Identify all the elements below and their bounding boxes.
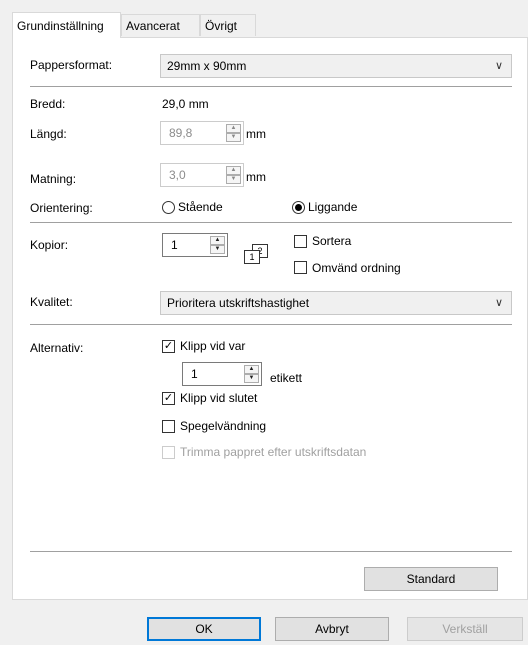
- quality-select[interactable]: Prioritera utskriftshastighet ∨: [160, 291, 512, 315]
- tab-label: Grundinställning: [17, 19, 104, 33]
- feed-unit: mm: [246, 170, 266, 184]
- spin-down-icon[interactable]: ▼: [226, 175, 241, 184]
- copies-value: 1: [171, 238, 178, 252]
- trim-label: Trimma pappret efter utskriftsdatan: [180, 445, 367, 459]
- tab-other[interactable]: Övrigt: [200, 14, 256, 36]
- sort-label: Sortera: [312, 234, 352, 248]
- tab-basic[interactable]: Grundinställning: [12, 12, 121, 38]
- reverse-order-label: Omvänd ordning: [312, 261, 401, 275]
- landscape-radio[interactable]: [292, 201, 305, 214]
- width-label: Bredd:: [30, 97, 66, 111]
- length-value: 89,8: [169, 126, 193, 140]
- divider: [30, 222, 512, 223]
- landscape-label: Liggande: [308, 200, 358, 214]
- spin-up-icon[interactable]: ▲: [210, 236, 225, 245]
- length-spinner[interactable]: 89,8 ▲ ▼: [160, 121, 244, 145]
- chevron-down-icon: ∨: [494, 297, 503, 309]
- standard-button-label: Standard: [406, 572, 456, 586]
- portrait-label: Stående: [178, 200, 223, 214]
- paper-size-value: 29mm x 90mm: [167, 59, 247, 73]
- chevron-down-icon: ∨: [494, 60, 503, 72]
- collate-page-1: 1: [244, 250, 260, 264]
- cancel-button-label: Avbryt: [315, 622, 349, 636]
- copies-label: Kopior:: [30, 238, 69, 252]
- spin-up-icon[interactable]: ▲: [244, 365, 259, 374]
- apply-button-label: Verkställ: [442, 622, 488, 636]
- cut-every-label: Klipp vid var: [180, 339, 246, 353]
- cancel-button[interactable]: Avbryt: [275, 617, 389, 641]
- cut-every-checkbox[interactable]: ✓: [162, 340, 175, 353]
- width-value: 29,0 mm: [162, 97, 209, 111]
- tab-panel: [12, 37, 528, 600]
- spin-up-icon[interactable]: ▲: [226, 124, 241, 133]
- cut-every-value: 1: [191, 367, 198, 381]
- length-label: Längd:: [30, 127, 67, 141]
- tab-label: Avancerat: [126, 19, 180, 33]
- ok-button-label: OK: [195, 622, 213, 636]
- ok-button[interactable]: OK: [147, 617, 261, 641]
- spin-up-icon[interactable]: ▲: [226, 166, 241, 175]
- options-label: Alternativ:: [30, 341, 84, 355]
- feed-value: 3,0: [169, 168, 186, 182]
- spin-down-icon[interactable]: ▼: [226, 133, 241, 142]
- sort-checkbox[interactable]: [294, 235, 307, 248]
- paper-size-label: Pappersformat:: [30, 58, 113, 72]
- collate-icon: 2 1: [242, 244, 274, 264]
- mirror-checkbox[interactable]: [162, 420, 175, 433]
- paper-size-select[interactable]: 29mm x 90mm ∨: [160, 54, 512, 78]
- apply-button[interactable]: Verkställ: [407, 617, 523, 641]
- radio-selected-dot: [295, 204, 302, 211]
- divider: [30, 86, 512, 87]
- quality-label: Kvalitet:: [30, 295, 73, 309]
- trim-checkbox[interactable]: [162, 446, 175, 459]
- divider: [30, 324, 512, 325]
- cut-every-spinner[interactable]: 1 ▲ ▼: [182, 362, 262, 386]
- mirror-label: Spegelvändning: [180, 419, 267, 433]
- spin-down-icon[interactable]: ▼: [244, 374, 259, 383]
- copies-spinner[interactable]: 1 ▲ ▼: [162, 233, 228, 257]
- tab-label: Övrigt: [205, 19, 238, 33]
- standard-button[interactable]: Standard: [364, 567, 498, 591]
- divider: [30, 551, 512, 552]
- reverse-order-checkbox[interactable]: [294, 261, 307, 274]
- spin-down-icon[interactable]: ▼: [210, 245, 225, 254]
- label-unit: etikett: [270, 371, 303, 385]
- cut-at-end-label: Klipp vid slutet: [180, 391, 258, 405]
- orientation-label: Orientering:: [30, 201, 93, 215]
- feed-label: Matning:: [30, 172, 77, 186]
- tab-advanced[interactable]: Avancerat: [121, 14, 200, 36]
- length-unit: mm: [246, 127, 266, 141]
- cut-at-end-checkbox[interactable]: ✓: [162, 392, 175, 405]
- quality-value: Prioritera utskriftshastighet: [167, 296, 310, 310]
- feed-spinner[interactable]: 3,0 ▲ ▼: [160, 163, 244, 187]
- portrait-radio[interactable]: [162, 201, 175, 214]
